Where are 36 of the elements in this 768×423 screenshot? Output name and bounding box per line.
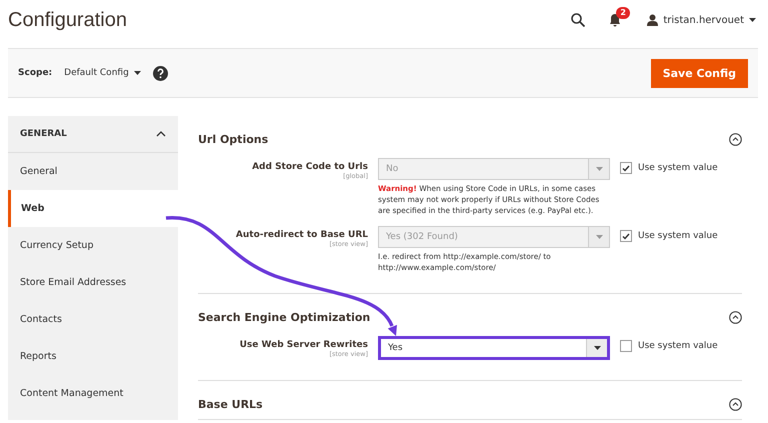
sidebar-item[interactable]: Content Management — [8, 375, 178, 412]
checkbox[interactable] — [620, 340, 632, 352]
sidebar-item[interactable]: Store Email Addresses — [8, 264, 178, 301]
username[interactable]: tristan.hervouet — [663, 14, 744, 26]
field-label: Auto-redirect to Base URL — [234, 230, 368, 240]
collapse-icon[interactable] — [729, 132, 742, 146]
page-title: Configuration — [8, 8, 128, 32]
section-title[interactable]: Base URLs — [198, 398, 263, 410]
sidebar-item[interactable]: Contacts — [8, 301, 178, 338]
checkbox-label[interactable]: Use system value — [638, 341, 718, 351]
sidebar-item[interactable]: Web — [8, 190, 178, 227]
save-config-button[interactable]: Save Config — [650, 58, 748, 88]
notification-badge: 2 — [616, 7, 630, 19]
caret-icon — [749, 18, 756, 22]
collapse-icon[interactable] — [729, 310, 742, 324]
help-icon[interactable] — [152, 66, 168, 80]
sidebar-item[interactable]: Reports — [8, 338, 178, 375]
collapse-icon[interactable] — [729, 398, 742, 410]
section-title[interactable]: Url Options — [198, 132, 268, 146]
caret-icon — [596, 235, 602, 239]
caret-icon — [134, 71, 141, 75]
caret-icon — [596, 167, 602, 171]
scope-label: Scope: — [18, 68, 52, 78]
section-title[interactable]: Search Engine Optimization — [198, 310, 370, 324]
bell-icon[interactable] — [609, 13, 622, 27]
field-label: Use Web Server Rewrites — [238, 340, 368, 350]
search-icon[interactable] — [571, 13, 586, 27]
select-field[interactable]: Yes — [378, 336, 610, 360]
field-label: Add Store Code to Urls — [251, 162, 368, 172]
user-icon — [647, 14, 658, 26]
scope-dropdown[interactable]: Default Config — [64, 68, 141, 78]
sidebar-group-title[interactable]: GENERAL — [20, 129, 67, 139]
chevron-up-icon[interactable] — [156, 131, 166, 137]
caret-icon — [594, 346, 600, 350]
sidebar-item[interactable]: Currency Setup — [8, 227, 178, 264]
sidebar-item[interactable]: General — [8, 153, 178, 190]
